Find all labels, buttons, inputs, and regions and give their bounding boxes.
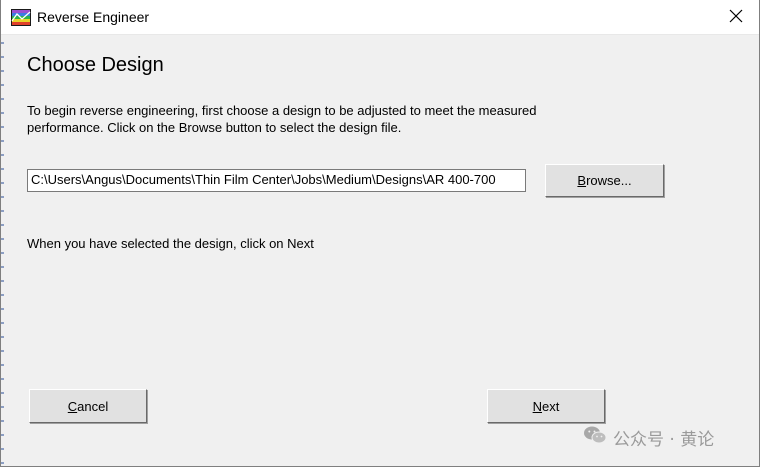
watermark: 公众号 · 黄论	[583, 425, 714, 450]
window-edge	[1, 0, 4, 467]
instructions-text: To begin reverse engineering, first choo…	[27, 103, 537, 135]
design-path-field[interactable]: C:\Users\Angus\Documents\Thin Film Cente…	[27, 169, 526, 192]
next-button[interactable]: Next	[487, 389, 605, 423]
page-title: Choose Design	[27, 54, 164, 76]
watermark-text: 公众号 · 黄论	[613, 430, 715, 450]
cancel-label: ancel	[77, 398, 109, 414]
close-button[interactable]	[713, 0, 759, 35]
next-hint-text: When you have selected the design, click…	[27, 236, 314, 251]
cancel-accel: C	[67, 398, 78, 414]
browse-accel: B	[577, 173, 587, 188]
app-logo-icon	[11, 9, 31, 26]
cancel-button[interactable]: Cancel	[29, 389, 147, 423]
next-label: ext	[542, 398, 560, 414]
wechat-icon	[583, 425, 607, 450]
browse-label: rowse...	[586, 173, 632, 188]
next-accel: N	[532, 398, 543, 414]
window-title: Reverse Engineer	[37, 9, 150, 25]
close-icon	[729, 9, 743, 26]
title-bar[interactable]: Reverse Engineer	[1, 0, 759, 35]
browse-button[interactable]: Browse...	[545, 164, 664, 197]
dialog-window: Reverse Engineer Choose Design To begin …	[0, 0, 760, 467]
